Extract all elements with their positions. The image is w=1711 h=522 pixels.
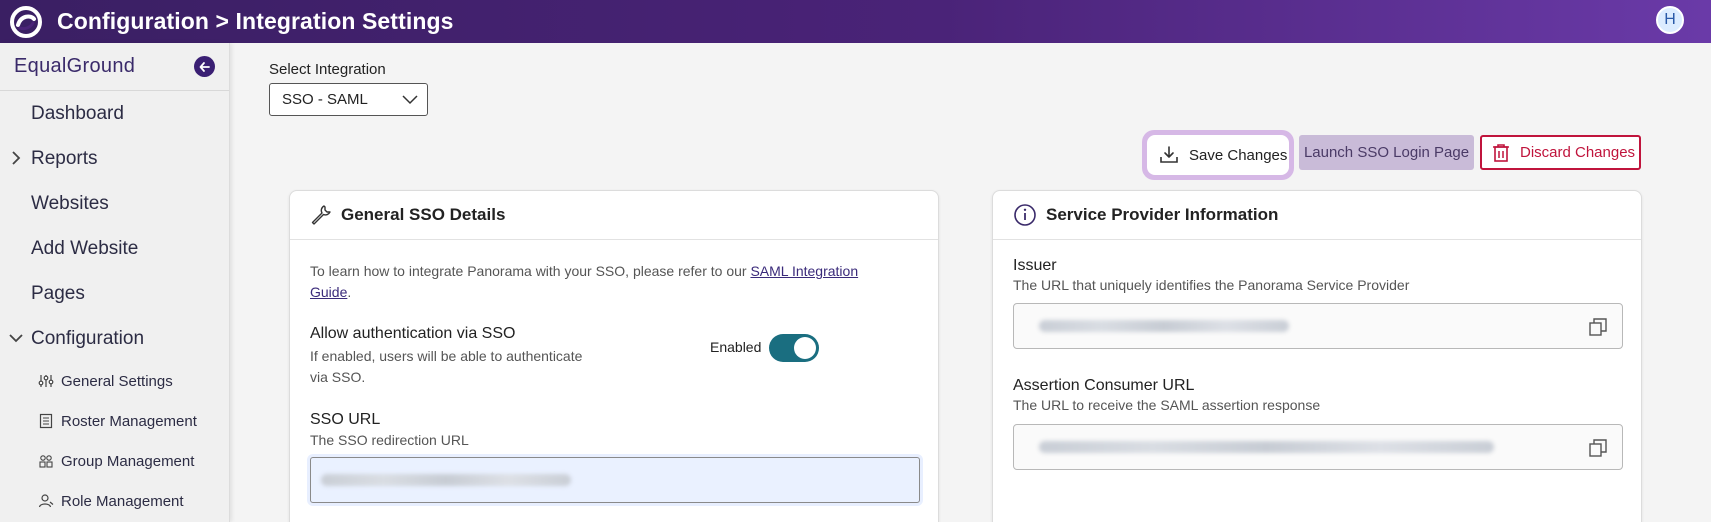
- sidebar: EqualGround Dashboard Reports Websites A…: [0, 43, 230, 522]
- sidebar-item-label: Add Website: [31, 237, 139, 259]
- group-icon: [39, 455, 53, 468]
- save-changes-button-inner: Save Changes: [1147, 135, 1289, 175]
- sidebar-item-dashboard[interactable]: Dashboard: [0, 91, 229, 136]
- sso-intro-prefix: To learn how to integrate Panorama with …: [310, 263, 751, 279]
- saml-integration-guide-link[interactable]: SAML Integration: [750, 263, 858, 279]
- copy-icon[interactable]: [1588, 317, 1608, 337]
- info-icon: [1014, 204, 1036, 226]
- page-title: Configuration > Integration Settings: [57, 8, 454, 34]
- download-icon: [1160, 146, 1178, 163]
- org-name: EqualGround: [14, 55, 136, 77]
- discard-changes-label: Discard Changes: [1520, 144, 1636, 161]
- sidebar-item-label: Role Management: [61, 492, 184, 510]
- arrow-left-icon: [199, 61, 210, 72]
- service-provider-card: Service Provider Information Issuer The …: [992, 190, 1642, 522]
- allow-sso-desc-line-2: via SSO.: [310, 369, 366, 385]
- redacted-value: [1039, 320, 1289, 332]
- sidebar-item-websites[interactable]: Websites: [0, 181, 229, 226]
- main-content: Select Integration SSO - SAML Save Chang…: [230, 43, 1711, 522]
- sidebar-item-label: Websites: [31, 192, 109, 214]
- sidebar-item-roster-management[interactable]: Roster Management: [0, 401, 229, 441]
- integration-select[interactable]: SSO - SAML: [269, 83, 428, 116]
- issuer-description: The URL that uniquely identifies the Pan…: [1013, 277, 1410, 293]
- sidebar-item-label: Pages: [31, 282, 85, 304]
- integration-select-value: SSO - SAML: [282, 91, 368, 108]
- app-logo-icon[interactable]: [9, 5, 43, 39]
- sidebar-item-pages[interactable]: Pages: [0, 271, 229, 316]
- sso-intro-suffix: .: [347, 284, 352, 300]
- copy-icon[interactable]: [1588, 438, 1608, 458]
- sidebar-item-reports[interactable]: Reports: [0, 136, 229, 181]
- roster-icon: [39, 413, 53, 429]
- service-provider-title: Service Provider Information: [1046, 205, 1279, 224]
- sidebar-item-general-settings[interactable]: General Settings: [0, 361, 229, 401]
- launch-sso-login-button[interactable]: Launch SSO Login Page: [1299, 135, 1474, 170]
- toggle-knob: [794, 337, 816, 359]
- chevron-down-icon: [402, 95, 418, 105]
- sidebar-item-label: Dashboard: [31, 102, 124, 124]
- sidebar-item-label: Roster Management: [61, 412, 197, 430]
- sliders-icon: [38, 375, 54, 387]
- issuer-title: Issuer: [1013, 257, 1057, 274]
- general-sso-title: General SSO Details: [341, 205, 506, 224]
- saml-integration-guide-link-cont[interactable]: Guide: [310, 284, 347, 300]
- sidebar-item-group-management[interactable]: Group Management: [0, 441, 229, 481]
- sso-toggle-label: Enabled: [710, 339, 762, 355]
- sidebar-item-label: General Settings: [61, 372, 173, 390]
- service-provider-card-header: Service Provider Information: [993, 191, 1641, 240]
- save-changes-label: Save Changes: [1189, 146, 1288, 164]
- sidebar-item-label: Configuration: [31, 327, 145, 349]
- sidebar-item-label: Reports: [31, 147, 98, 169]
- integration-select-label: Select Integration: [269, 61, 386, 78]
- sso-url-input[interactable]: [310, 457, 920, 503]
- allow-sso-title: Allow authentication via SSO: [310, 325, 516, 342]
- action-bar: Save Changes Launch SSO Login Page Disca…: [230, 130, 1711, 180]
- sso-enabled-toggle[interactable]: [769, 334, 819, 362]
- redacted-value: [1039, 441, 1494, 453]
- top-bar: Configuration > Integration Settings H: [0, 0, 1711, 43]
- chevron-down-icon: [9, 334, 23, 343]
- user-avatar[interactable]: H: [1656, 6, 1684, 34]
- sidebar-item-configuration[interactable]: Configuration: [0, 316, 229, 361]
- org-header: EqualGround: [0, 43, 229, 91]
- sidebar-item-label: Group Management: [61, 452, 195, 470]
- allow-sso-description: If enabled, users will be able to authen…: [310, 346, 582, 388]
- collapse-sidebar-button[interactable]: [194, 56, 215, 77]
- sidebar-item-add-website[interactable]: Add Website: [0, 226, 229, 271]
- sso-url-description: The SSO redirection URL: [310, 432, 469, 448]
- allow-sso-desc-line-1: If enabled, users will be able to authen…: [310, 348, 583, 364]
- acs-field[interactable]: [1013, 424, 1623, 470]
- general-sso-card: General SSO Details To learn how to inte…: [289, 190, 939, 522]
- save-changes-button[interactable]: Save Changes: [1142, 130, 1294, 180]
- role-icon: [38, 494, 54, 508]
- sso-intro-text: To learn how to integrate Panorama with …: [310, 261, 910, 303]
- acs-description: The URL to receive the SAML assertion re…: [1013, 397, 1321, 413]
- sso-url-title: SSO URL: [310, 411, 381, 428]
- sidebar-item-role-management[interactable]: Role Management: [0, 481, 229, 521]
- acs-title: Assertion Consumer URL: [1013, 377, 1195, 394]
- discard-changes-button[interactable]: Discard Changes: [1480, 135, 1641, 170]
- issuer-field[interactable]: [1013, 303, 1623, 349]
- wrench-icon: [311, 205, 331, 225]
- general-sso-card-header: General SSO Details: [290, 191, 938, 240]
- redacted-value: [321, 474, 571, 486]
- chevron-right-icon: [12, 151, 21, 165]
- trash-icon: [1493, 143, 1509, 162]
